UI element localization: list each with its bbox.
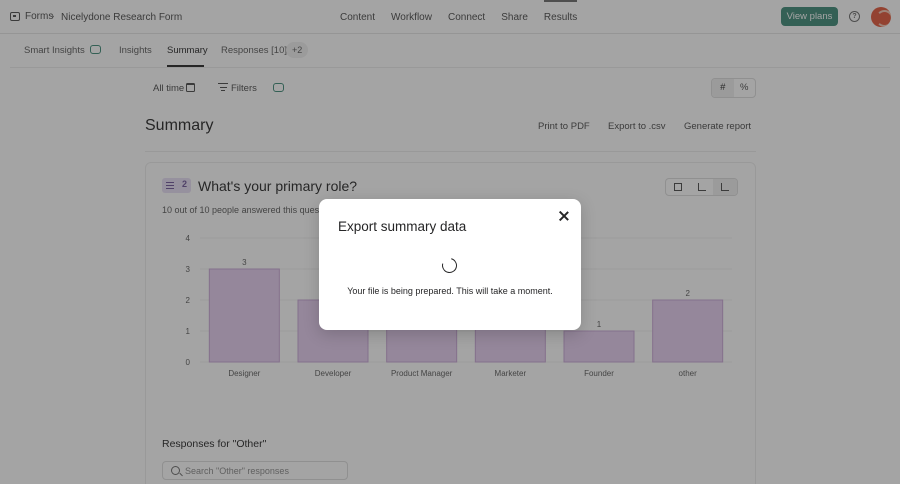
modal-title: Export summary data <box>338 219 467 234</box>
loading-spinner-icon <box>439 255 460 276</box>
close-icon[interactable] <box>558 210 570 222</box>
export-modal: Export summary data Your file is being p… <box>319 199 581 330</box>
modal-message: Your file is being prepared. This will t… <box>347 286 553 296</box>
